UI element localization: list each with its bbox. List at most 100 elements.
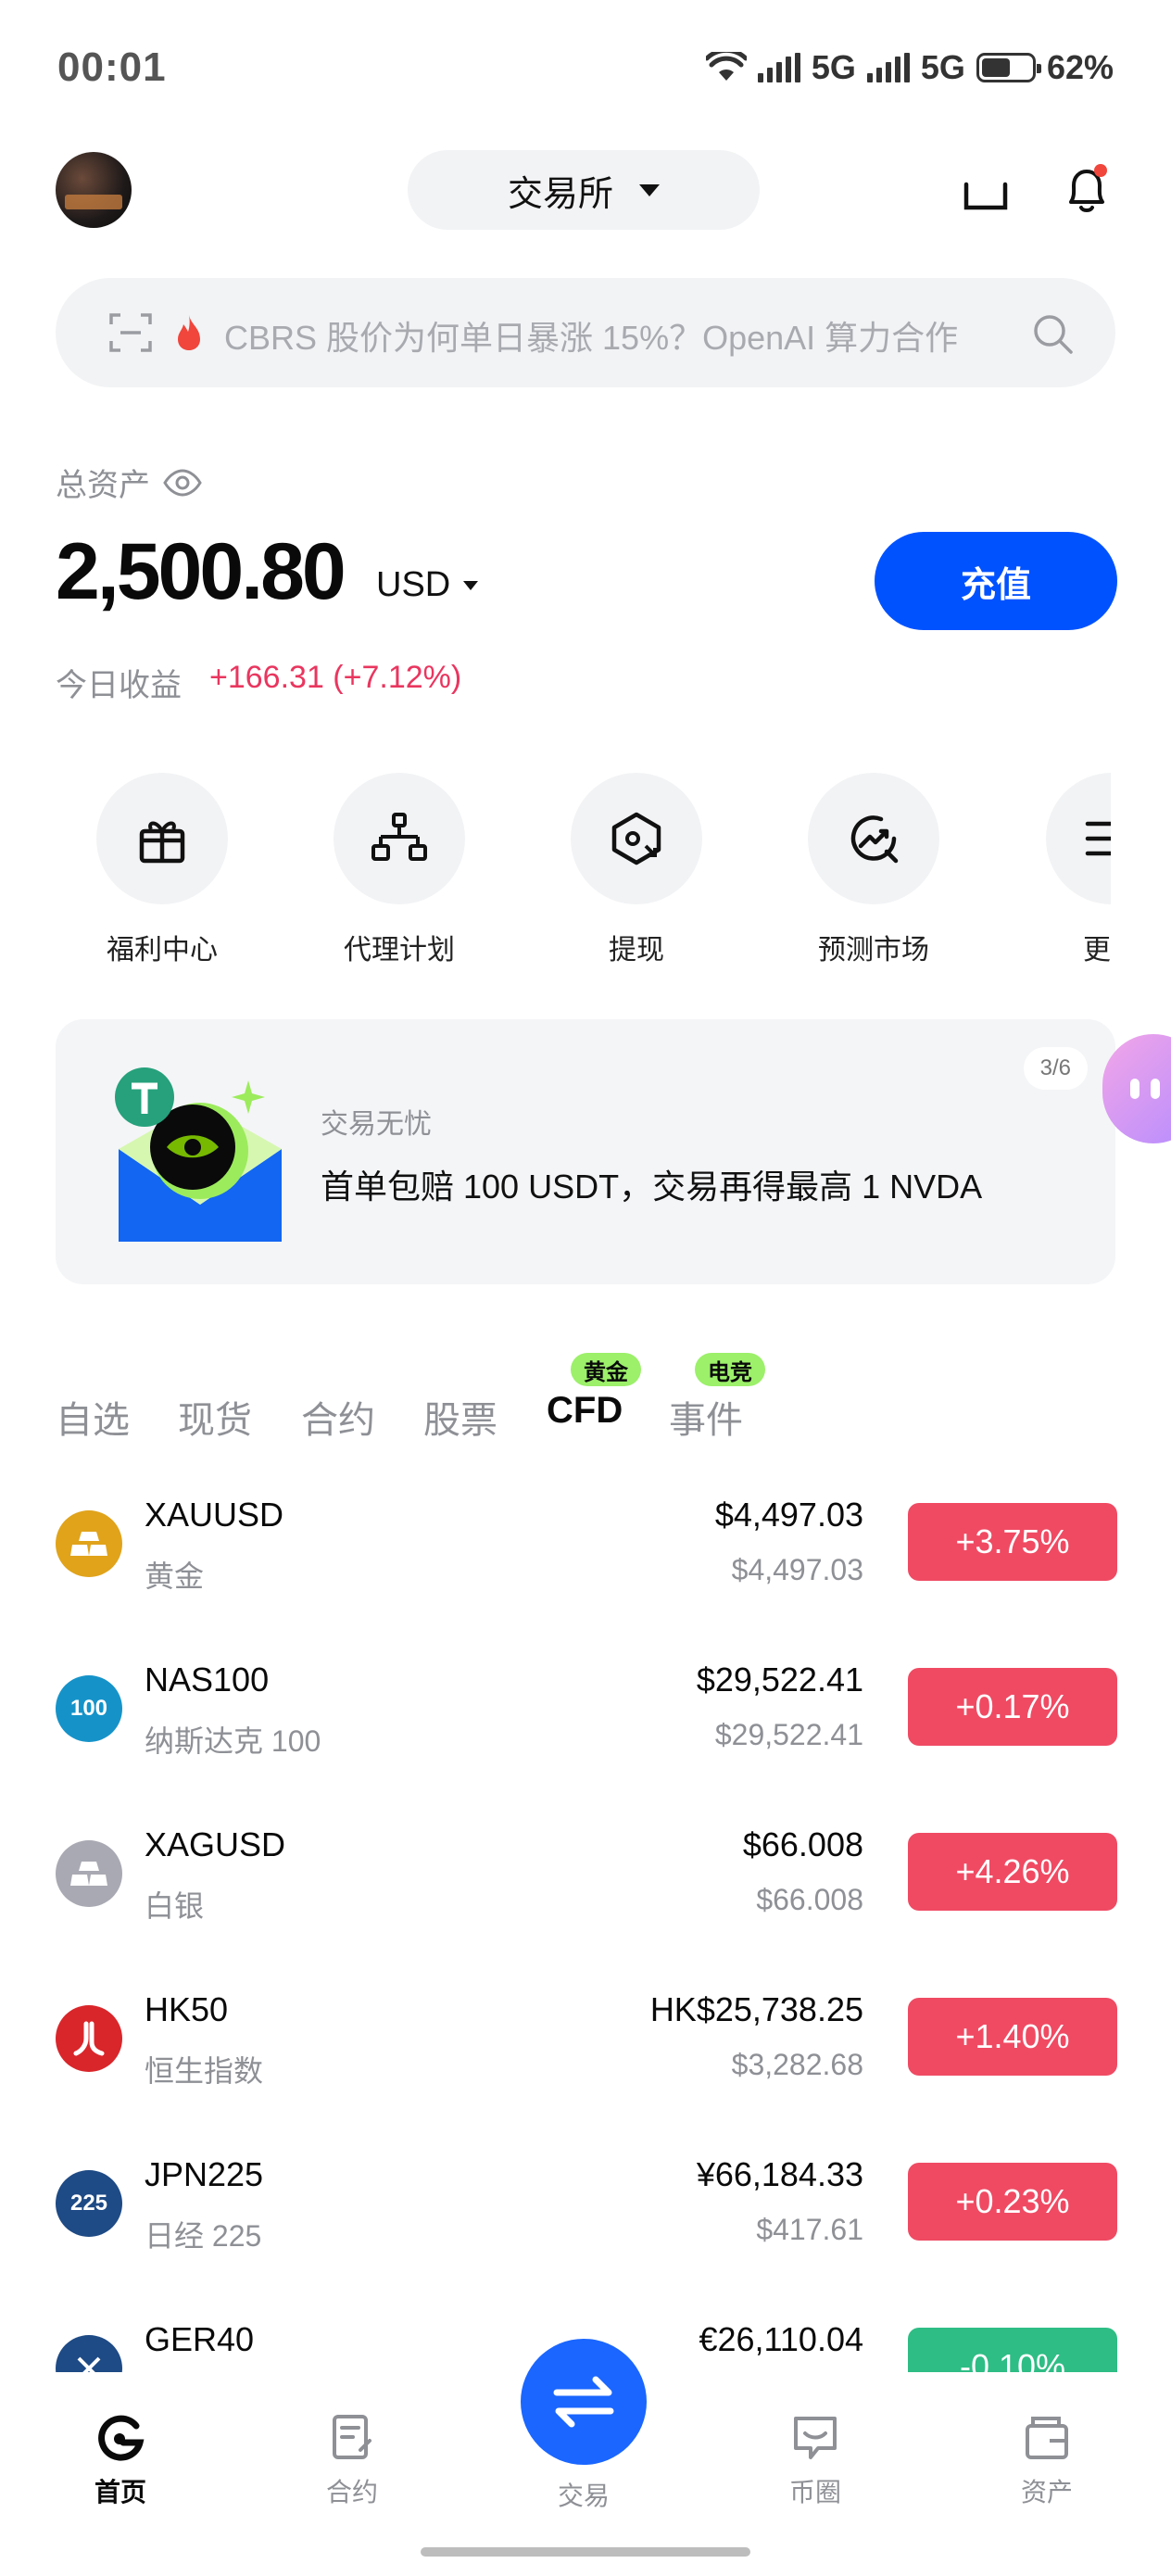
market-change-badge[interactable]: +0.23%: [908, 2163, 1117, 2241]
tab-events[interactable]: 事件: [669, 1390, 743, 1444]
market-name: 纳斯达克 100: [145, 1724, 321, 1758]
scan-icon[interactable]: [963, 171, 1008, 210]
search-icon[interactable]: [1030, 311, 1075, 356]
promo-banner[interactable]: 交易无忧 首单包赔 100 USDT，交易再得最高 1 NVDA 3/6: [56, 1019, 1115, 1284]
home-logo-icon: [98, 2415, 145, 2461]
signal-icon: [757, 53, 800, 82]
shortcut-more[interactable]: 更: [1018, 773, 1111, 967]
shortcut-label: 预测市场: [818, 935, 929, 966]
prediction-icon: [850, 815, 899, 864]
tab-watchlist[interactable]: 自选: [56, 1390, 130, 1444]
network-type-1: 5G: [811, 48, 856, 86]
tab-badge-gold: 黄金: [571, 1353, 641, 1386]
search-bar[interactable]: CBRS 股价为何单日暴涨 15%？OpenAI 算力合作: [56, 278, 1115, 387]
total-assets-label: 总资产: [56, 468, 150, 503]
market-price-usd: $417.61: [756, 2213, 863, 2246]
fire-icon: [178, 315, 200, 350]
nav-label: 资产: [1020, 2478, 1073, 2507]
market-symbol: JPN225: [145, 2155, 264, 2193]
market-symbol: HK50: [145, 1990, 229, 2028]
notification-bell-icon[interactable]: [1064, 163, 1110, 215]
market-name: 黄金: [145, 1559, 205, 1593]
gift-icon: [139, 821, 185, 864]
market-name: 恒生指数: [145, 2054, 264, 2088]
shortcut-label: 更: [1083, 935, 1111, 966]
shortcut-label: 代理计划: [344, 935, 455, 966]
market-row-jpn225[interactable]: 225 JPN225 日经 225 ¥66,184.33 $417.61 +0.…: [0, 2131, 1171, 2279]
currency-selector[interactable]: USD: [376, 565, 479, 605]
gold-bars-icon: [56, 1510, 122, 1577]
market-symbol: XAGUSD: [145, 1825, 286, 1863]
signal-icon: [866, 53, 910, 82]
nikkei-icon: 225: [56, 2170, 122, 2237]
battery-percent: 62%: [1046, 48, 1114, 86]
qr-scan-icon[interactable]: [109, 313, 152, 352]
market-name: 白银: [145, 1889, 205, 1923]
swap-arrows-icon: [553, 2376, 614, 2428]
market-row-xauusd[interactable]: XAUUSD 黄金 $4,497.03 $4,497.03 +3.75%: [0, 1471, 1171, 1620]
status-indicators: 5G 5G 62%: [705, 48, 1114, 87]
home-indicator: [421, 2547, 750, 2557]
hang-seng-icon: [56, 2005, 122, 2072]
nasdaq-icon: 100: [56, 1675, 122, 1742]
market-symbol: NAS100: [145, 1661, 270, 1698]
tab-stocks[interactable]: 股票: [423, 1390, 497, 1444]
total-assets-value: 2,500.80: [56, 527, 346, 616]
tab-spot[interactable]: 现货: [178, 1390, 252, 1444]
today-pnl-value: +166.31 (+7.12%): [209, 660, 462, 695]
market-row-xagusd[interactable]: XAGUSD 白银 $66.008 $66.008 +4.26%: [0, 1801, 1171, 1950]
battery-icon: [976, 53, 1041, 82]
nav-assets[interactable]: 资产: [973, 2413, 1121, 2509]
market-change-badge[interactable]: +4.26%: [908, 1833, 1117, 1911]
exchange-label: 交易所: [507, 174, 613, 214]
shortcut-affiliate-program[interactable]: 代理计划: [307, 773, 492, 967]
total-assets-label-row: 总资产: [56, 460, 202, 505]
today-pnl: 今日收益 +166.31 (+7.12%): [56, 660, 461, 705]
market-name: 日经 225: [145, 2219, 262, 2253]
nav-home[interactable]: 首页: [46, 2413, 195, 2509]
market-price: $29,522.41: [696, 1661, 863, 1698]
market-price: $4,497.03: [714, 1496, 863, 1534]
trade-button[interactable]: [521, 2339, 647, 2465]
nav-label: 合约: [325, 2478, 378, 2507]
caret-down-icon: [463, 580, 479, 590]
wifi-icon: [705, 52, 747, 81]
market-price-usd: $29,522.41: [714, 1718, 863, 1751]
shortcut-label: 提现: [609, 935, 664, 966]
market-row-nas100[interactable]: 100 NAS100 纳斯达克 100 $29,522.41 $29,522.4…: [0, 1636, 1171, 1785]
silver-bars-icon: [56, 1840, 122, 1907]
market-price-usd: $66.008: [756, 1883, 863, 1916]
market-price: €26,110.04: [699, 2320, 863, 2358]
deposit-button[interactable]: 充值: [875, 532, 1117, 630]
nav-label: 币圈: [788, 2478, 841, 2507]
shortcut-label: 福利中心: [107, 935, 218, 966]
tab-futures[interactable]: 合约: [301, 1390, 375, 1444]
market-change-badge[interactable]: +3.75%: [908, 1503, 1117, 1581]
exchange-selector[interactable]: 交易所: [408, 150, 760, 230]
today-pnl-label: 今日收益: [56, 668, 182, 703]
nav-community[interactable]: 币圈: [741, 2413, 889, 2509]
nav-label-trade: 交易: [557, 2481, 610, 2510]
envelope-nvidia-icon: [115, 1067, 282, 1242]
shortcut-prediction-market[interactable]: 预测市场: [781, 773, 966, 967]
tab-cfd[interactable]: CFD: [547, 1390, 623, 1432]
shortcut-withdraw[interactable]: 提现: [544, 773, 729, 967]
market-symbol: GER40: [145, 2320, 255, 2358]
more-icon: [1085, 821, 1111, 856]
network-type-2: 5G: [920, 48, 965, 86]
nav-futures[interactable]: 合约: [278, 2413, 426, 2509]
chevron-down-icon: [639, 183, 660, 196]
market-price-usd: $3,282.68: [731, 2048, 863, 2081]
market-row-hk50[interactable]: HK50 恒生指数 HK$25,738.25 $3,282.68 +1.40%: [0, 1966, 1171, 2115]
search-trending-text: CBRS 股价为何单日暴涨 15%？OpenAI 算力合作: [224, 319, 959, 357]
market-change-badge[interactable]: +0.17%: [908, 1668, 1117, 1746]
chat-square-icon: [794, 2417, 837, 2459]
market-price-usd: $4,497.03: [731, 1553, 863, 1586]
avatar[interactable]: [56, 152, 132, 228]
market-change-badge[interactable]: +1.40%: [908, 1998, 1117, 2076]
market-price: HK$25,738.25: [649, 1990, 863, 2028]
shortcut-rewards-center[interactable]: 福利中心: [69, 773, 255, 967]
eye-icon[interactable]: [163, 468, 202, 497]
tab-badge-esports: 电竞: [695, 1353, 765, 1386]
org-chart-icon: [371, 813, 427, 861]
